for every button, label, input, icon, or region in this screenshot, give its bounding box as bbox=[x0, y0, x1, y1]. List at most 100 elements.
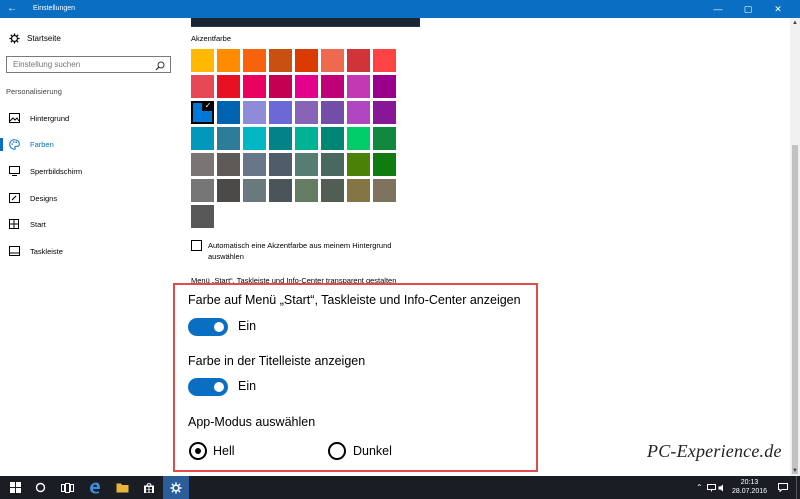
auto-accent-checkbox[interactable] bbox=[191, 240, 202, 251]
accent-swatch[interactable] bbox=[347, 127, 370, 150]
clock-time: 20:13 bbox=[740, 479, 759, 486]
sidebar-item-label: Farben bbox=[30, 139, 54, 149]
show-color-start-label: Farbe auf Menü „Start“, Taskleiste und I… bbox=[188, 293, 521, 307]
system-clock[interactable]: 20:13 28.07.2016 bbox=[727, 478, 772, 496]
accent-swatch[interactable] bbox=[347, 101, 370, 124]
accent-swatch[interactable] bbox=[243, 75, 266, 98]
accent-swatch[interactable] bbox=[243, 127, 266, 150]
accent-swatch[interactable] bbox=[191, 179, 214, 202]
close-button[interactable]: ✕ bbox=[763, 0, 793, 18]
sidebar-item-start[interactable]: Start bbox=[0, 214, 180, 234]
settings-icon[interactable] bbox=[163, 476, 189, 499]
sidebar-item-designs[interactable]: Designs bbox=[0, 188, 180, 208]
scroll-down-icon[interactable]: ▼ bbox=[790, 466, 800, 476]
accent-swatch[interactable] bbox=[321, 75, 344, 98]
accent-swatch[interactable] bbox=[373, 49, 396, 72]
sidebar-item-sperrbildschirm[interactable]: Sperrbildschirm bbox=[0, 161, 180, 181]
accent-swatch[interactable] bbox=[269, 127, 292, 150]
sidebar-item-taskleiste[interactable]: Taskleiste bbox=[0, 241, 180, 261]
auto-accent-option[interactable]: Automatisch eine Akzentfarbe aus meinem … bbox=[191, 240, 423, 262]
accent-swatch[interactable] bbox=[243, 179, 266, 202]
start-icon[interactable] bbox=[2, 476, 28, 499]
minimize-button[interactable]: — bbox=[703, 0, 733, 18]
task-view-icon[interactable] bbox=[54, 476, 80, 499]
accent-swatch[interactable] bbox=[243, 49, 266, 72]
accent-swatch[interactable] bbox=[321, 179, 344, 202]
accent-swatch[interactable] bbox=[191, 205, 214, 228]
app-mode-dark-radio[interactable] bbox=[328, 442, 346, 460]
sidebar-item-farben[interactable]: Farben bbox=[0, 134, 180, 154]
accent-swatch[interactable] bbox=[347, 75, 370, 98]
accent-swatch[interactable] bbox=[217, 75, 240, 98]
transparency-label: Menü „Start“, Taskleiste und Info-Center… bbox=[191, 276, 397, 285]
accent-swatch[interactable] bbox=[347, 153, 370, 176]
accent-swatch[interactable] bbox=[191, 127, 214, 150]
accent-swatch[interactable] bbox=[295, 75, 318, 98]
sidebar-item-hintergrund[interactable]: Hintergrund bbox=[0, 108, 180, 128]
search-input[interactable] bbox=[6, 56, 171, 73]
store-icon[interactable] bbox=[136, 476, 162, 499]
accent-swatch[interactable] bbox=[217, 127, 240, 150]
accent-swatch[interactable] bbox=[321, 49, 344, 72]
search-icon[interactable] bbox=[155, 58, 167, 71]
accent-swatch[interactable] bbox=[191, 49, 214, 72]
cortana-icon[interactable] bbox=[27, 476, 53, 499]
accent-swatch[interactable] bbox=[373, 153, 396, 176]
accent-swatch[interactable] bbox=[321, 153, 344, 176]
accent-swatch[interactable] bbox=[321, 101, 344, 124]
sidebar-item-label: Taskleiste bbox=[30, 246, 63, 256]
maximize-button[interactable]: ▢ bbox=[733, 0, 763, 18]
notification-icon[interactable] bbox=[778, 476, 788, 499]
accent-swatch[interactable] bbox=[191, 153, 214, 176]
accent-swatch[interactable] bbox=[217, 153, 240, 176]
sidebar-item-label: Designs bbox=[30, 193, 58, 203]
tray-chevron-icon[interactable]: ⌃ bbox=[696, 476, 703, 499]
accent-swatch[interactable] bbox=[295, 49, 318, 72]
app-mode-light-radio[interactable] bbox=[189, 442, 207, 460]
accent-swatch[interactable] bbox=[217, 101, 240, 124]
accent-swatch[interactable] bbox=[347, 179, 370, 202]
scroll-up-icon[interactable]: ▲ bbox=[790, 18, 800, 28]
accent-swatch[interactable] bbox=[269, 153, 292, 176]
network-icon[interactable] bbox=[707, 476, 716, 499]
show-color-titlebar-state: Ein bbox=[238, 379, 257, 393]
toggle-knob bbox=[214, 382, 224, 392]
radio-dot bbox=[195, 448, 201, 454]
show-color-titlebar-toggle[interactable] bbox=[188, 378, 228, 396]
accent-swatch[interactable] bbox=[373, 179, 396, 202]
accent-swatch[interactable] bbox=[373, 75, 396, 98]
accent-swatch[interactable] bbox=[269, 75, 292, 98]
accent-swatch[interactable] bbox=[217, 49, 240, 72]
brush-icon bbox=[8, 192, 20, 204]
accent-swatch[interactable] bbox=[217, 179, 240, 202]
back-button[interactable]: ← bbox=[0, 0, 24, 18]
palette-icon bbox=[8, 138, 20, 150]
accent-swatch[interactable] bbox=[191, 75, 214, 98]
accent-swatch[interactable] bbox=[269, 101, 292, 124]
show-desktop-button[interactable] bbox=[796, 476, 800, 499]
volume-icon[interactable] bbox=[718, 476, 726, 499]
accent-swatch[interactable] bbox=[321, 127, 344, 150]
home-link[interactable]: Startseite bbox=[8, 32, 61, 44]
scrollbar[interactable]: ▲ ▼ bbox=[790, 18, 800, 476]
watermark: PC-Experience.de bbox=[647, 441, 782, 461]
accent-swatch[interactable] bbox=[243, 153, 266, 176]
scrollbar-thumb[interactable] bbox=[792, 145, 798, 474]
accent-swatch[interactable] bbox=[347, 49, 370, 72]
accent-swatch[interactable] bbox=[295, 179, 318, 202]
show-color-start-toggle[interactable] bbox=[188, 318, 228, 336]
sidebar-item-label: Hintergrund bbox=[30, 113, 70, 123]
accent-swatch[interactable]: ✓ bbox=[191, 101, 214, 124]
sidebar: Startseite Personalisierung Hintergrund … bbox=[0, 18, 180, 476]
accent-swatch[interactable] bbox=[269, 49, 292, 72]
accent-swatch[interactable] bbox=[243, 101, 266, 124]
explorer-icon[interactable] bbox=[109, 476, 135, 499]
accent-swatch[interactable] bbox=[295, 101, 318, 124]
accent-swatch[interactable] bbox=[373, 101, 396, 124]
accent-swatch[interactable] bbox=[373, 127, 396, 150]
accent-swatch[interactable] bbox=[295, 153, 318, 176]
gear-icon bbox=[8, 32, 20, 44]
accent-swatch[interactable] bbox=[295, 127, 318, 150]
edge-icon[interactable] bbox=[82, 476, 108, 499]
accent-swatch[interactable] bbox=[269, 179, 292, 202]
